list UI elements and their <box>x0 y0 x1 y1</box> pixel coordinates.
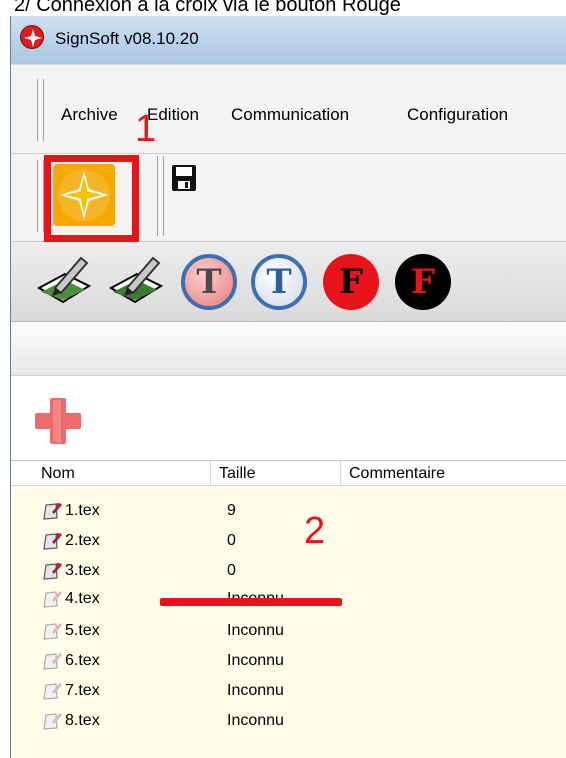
file-size: 0 <box>227 562 236 579</box>
file-icon <box>43 533 62 550</box>
file-name: 6.tex <box>65 652 100 669</box>
app-logo-icon <box>20 25 44 49</box>
column-header-size[interactable]: Taille <box>211 461 341 487</box>
file-size: Inconnu <box>227 682 284 699</box>
file-size: Inconnu <box>227 652 284 669</box>
toolbar-separator-2 <box>163 156 167 236</box>
file-name: 8.tex <box>65 712 100 729</box>
text-red-icon-letter: T <box>196 262 222 302</box>
annotation-marker-2: 2 <box>304 510 326 552</box>
annotation-underline <box>160 598 342 606</box>
file-name: 3.tex <box>65 562 100 579</box>
annotation-highlight-box <box>44 155 139 242</box>
font-black-icon[interactable]: F <box>395 254 451 310</box>
font-red-icon-letter: F <box>338 262 364 302</box>
list-item[interactable]: 1.tex 9 <box>11 498 566 528</box>
file-name: 1.tex <box>65 502 100 519</box>
list-item[interactable]: 5.tex Inconnu <box>11 618 566 648</box>
file-size: 9 <box>227 502 236 519</box>
toolbar: 1 <box>11 108 566 242</box>
list-item[interactable]: 3.tex 0 <box>11 558 566 588</box>
info-stripe <box>11 322 566 376</box>
caption-text: 2/ Connexion à la croix via le bouton Ro… <box>14 0 401 16</box>
menu-item-communication[interactable]: Communication <box>231 105 349 125</box>
font-red-icon[interactable]: F <box>323 254 379 310</box>
file-icon-faded <box>43 623 62 640</box>
toolbar-grip[interactable] <box>37 160 41 232</box>
file-list: 1.tex 9 2.tex 0 3.tex 0 4.tex Inconnu 5.… <box>11 486 566 758</box>
file-size: 0 <box>227 532 236 549</box>
app-window: SignSoft v08.10.20 Archive Edition Commu… <box>10 16 566 758</box>
file-size: Inconnu <box>227 712 284 729</box>
file-name: 2.tex <box>65 532 100 549</box>
edit-sign-icon-2[interactable] <box>107 252 165 310</box>
file-name: 5.tex <box>65 622 100 639</box>
file-icon <box>43 563 62 580</box>
menu-bar: Archive Edition Communication Configurat… <box>11 64 566 154</box>
list-item[interactable]: 6.tex Inconnu <box>11 648 566 678</box>
add-icon[interactable] <box>33 396 83 446</box>
toolbar-separator <box>157 156 161 236</box>
file-size: Inconnu <box>227 622 284 639</box>
column-header-name[interactable]: Nom <box>33 461 211 487</box>
list-item[interactable]: 8.tex Inconnu <box>11 708 566 738</box>
annotation-marker-1: 1 <box>135 108 157 150</box>
file-list-header: Nom Taille Commentaire <box>11 460 566 487</box>
edit-sign-icon[interactable] <box>35 252 93 310</box>
list-item[interactable]: 7.tex Inconnu <box>11 678 566 708</box>
save-icon[interactable] <box>171 164 197 192</box>
file-name: 7.tex <box>65 682 100 699</box>
text-blue-icon[interactable]: T <box>251 254 307 310</box>
menu-grip-2 <box>43 79 47 141</box>
menu-item-configuration[interactable]: Configuration <box>407 105 508 125</box>
window-title: SignSoft v08.10.20 <box>55 29 199 48</box>
title-bar[interactable]: SignSoft v08.10.20 <box>11 16 566 64</box>
text-blue-icon-letter: T <box>266 262 292 302</box>
file-icon-faded <box>43 713 62 730</box>
menu-grip[interactable] <box>37 79 41 141</box>
column-header-comment[interactable]: Commentaire <box>341 461 566 487</box>
text-red-icon[interactable]: T <box>181 254 237 310</box>
file-icon <box>43 503 62 520</box>
font-black-icon-letter: F <box>410 262 436 302</box>
list-item[interactable]: 2.tex 0 <box>11 528 566 558</box>
file-icon-faded <box>43 683 62 700</box>
add-bar <box>11 376 566 460</box>
file-icon-faded <box>43 591 62 608</box>
file-name: 4.tex <box>65 590 100 607</box>
menu-item-archive[interactable]: Archive <box>61 105 118 125</box>
file-icon-faded <box>43 653 62 670</box>
tools-bar: T T F F <box>11 242 566 322</box>
